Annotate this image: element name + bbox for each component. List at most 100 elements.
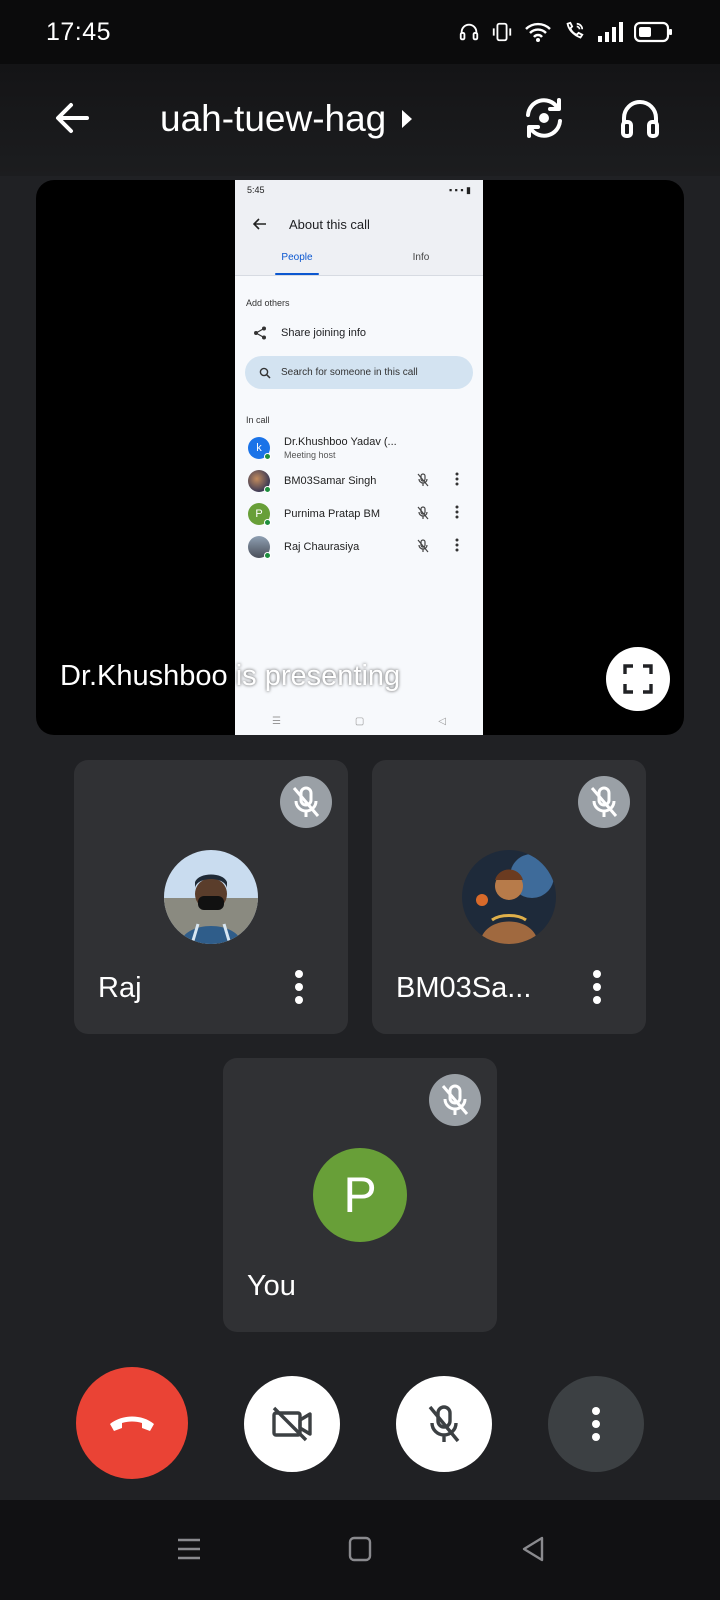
online-dot <box>264 551 271 559</box>
back-icon <box>522 1536 544 1562</box>
shared-search-placeholder: Search for someone in this call <box>281 367 418 378</box>
avatar: P <box>248 502 271 526</box>
battery-icon <box>634 21 672 43</box>
wifi-calling-icon <box>566 21 584 39</box>
avatar <box>462 850 556 944</box>
shared-people-list: k Dr.Khushboo Yadav (... Meeting host BM… <box>235 425 483 563</box>
person-name: BM03Samar Singh <box>284 474 377 487</box>
avatar: k <box>248 436 271 460</box>
shared-header-title: About this call <box>289 216 370 232</box>
online-dot <box>264 485 271 493</box>
nav-back-button[interactable] <box>520 1536 546 1567</box>
mic-off-icon <box>417 506 429 520</box>
end-call-button[interactable] <box>76 1367 188 1479</box>
audio-output-button[interactable] <box>614 92 666 144</box>
call-controls <box>0 1360 720 1490</box>
muted-badge <box>280 776 332 828</box>
avatar-initial: P <box>255 507 263 520</box>
avatar <box>248 535 271 559</box>
headset-icon <box>459 23 479 41</box>
mic-toggle-button[interactable] <box>396 1376 492 1472</box>
shared-menu-icon: ☰ <box>271 715 281 727</box>
participant-tile-raj[interactable]: Raj <box>74 760 348 1034</box>
menu-icon <box>178 1538 200 1560</box>
mic-off-icon <box>417 473 429 487</box>
back-button[interactable] <box>48 94 96 142</box>
avatar <box>164 850 258 944</box>
shared-tabs: People Info <box>235 248 483 276</box>
mic-off-icon <box>292 786 320 817</box>
meeting-title-button[interactable]: uah-tuew-hag <box>160 94 414 144</box>
call-header: uah-tuew-hag <box>0 64 720 176</box>
mic-off-icon <box>590 786 618 817</box>
shared-nav-bar: ☰ ▢ ◁ <box>235 707 483 735</box>
shared-add-others-label: Add others <box>246 298 290 308</box>
person-role: Meeting host <box>284 449 336 460</box>
person-name: Purnima Pratap BM <box>284 507 380 520</box>
participant-name: BM03Sa... <box>396 972 532 1004</box>
back-arrow-icon <box>56 103 89 133</box>
shared-screen: 5:45 ▪ ▪ ▪ ▮ About this call People Info… <box>235 180 483 735</box>
participant-more-button[interactable] <box>582 964 612 1010</box>
shared-header: About this call <box>235 200 483 248</box>
profile-photo <box>164 850 258 944</box>
more-vert-icon <box>592 1407 600 1441</box>
more-vert-icon <box>593 970 601 1004</box>
camera-toggle-button[interactable] <box>244 1376 340 1472</box>
meeting-code: uah-tuew-hag <box>160 98 387 139</box>
shared-in-call-label: In call <box>246 415 270 425</box>
system-nav-bar <box>0 1500 720 1600</box>
switch-camera-button[interactable] <box>518 92 570 144</box>
search-icon <box>259 367 271 379</box>
more-vert-icon <box>455 472 459 486</box>
list-item: k Dr.Khushboo Yadav (... Meeting host <box>235 431 483 464</box>
shared-search-field: Search for someone in this call <box>245 356 473 389</box>
switch-camera-icon <box>526 98 562 138</box>
shared-share-label: Share joining info <box>281 327 367 339</box>
fullscreen-button[interactable] <box>606 647 670 711</box>
shared-tab-info: Info <box>412 252 430 263</box>
shared-status-time: 5:45 <box>247 185 265 195</box>
mic-off-icon <box>441 1084 469 1115</box>
share-icon <box>254 326 266 340</box>
avatar-initial: k <box>256 441 262 454</box>
mic-off-icon <box>428 1405 460 1443</box>
shared-home-icon: ▢ <box>354 715 365 727</box>
list-item: Raj Chaurasiya <box>235 530 483 563</box>
participant-tile-bm03samar[interactable]: BM03Sa... <box>372 760 646 1034</box>
shared-status-bar: 5:45 ▪ ▪ ▪ ▮ <box>235 180 483 200</box>
recents-button[interactable] <box>176 1536 202 1567</box>
list-item: BM03Samar Singh <box>235 464 483 497</box>
shared-back-icon <box>253 218 266 230</box>
muted-badge <box>429 1074 481 1126</box>
shared-back-nav-icon: ◁ <box>438 715 446 727</box>
shared-status-icons: ▪ ▪ ▪ ▮ <box>448 184 471 195</box>
fullscreen-icon <box>623 664 653 694</box>
presentation-view[interactable]: 5:45 ▪ ▪ ▪ ▮ About this call People Info… <box>36 180 684 735</box>
camera-off-icon <box>272 1406 312 1442</box>
signal-icon <box>598 22 623 42</box>
avatar: P <box>313 1148 407 1242</box>
avatar-initial: P <box>343 1167 377 1223</box>
more-options-button[interactable] <box>548 1376 644 1472</box>
participant-name: Raj <box>98 972 142 1004</box>
home-icon <box>348 1536 372 1562</box>
status-bar: 17:45 <box>0 0 720 64</box>
list-item: P Purnima Pratap BM <box>235 497 483 530</box>
profile-photo <box>462 850 556 944</box>
more-vert-icon <box>295 970 303 1004</box>
person-name: Raj Chaurasiya <box>284 540 360 553</box>
shared-share-row: Share joining info <box>235 308 483 340</box>
wifi-icon <box>525 22 551 42</box>
home-button[interactable] <box>348 1536 372 1567</box>
more-vert-icon <box>455 505 459 519</box>
end-call-icon <box>110 1416 154 1431</box>
vibrate-icon <box>492 22 512 42</box>
avatar <box>248 469 271 493</box>
status-icons <box>458 21 674 43</box>
participant-tile-you[interactable]: P You <box>223 1058 497 1332</box>
person-name: Dr.Khushboo Yadav (... <box>284 435 397 448</box>
caret-right-icon <box>402 110 413 128</box>
participant-name: You <box>247 1270 296 1302</box>
participant-more-button[interactable] <box>284 964 314 1010</box>
